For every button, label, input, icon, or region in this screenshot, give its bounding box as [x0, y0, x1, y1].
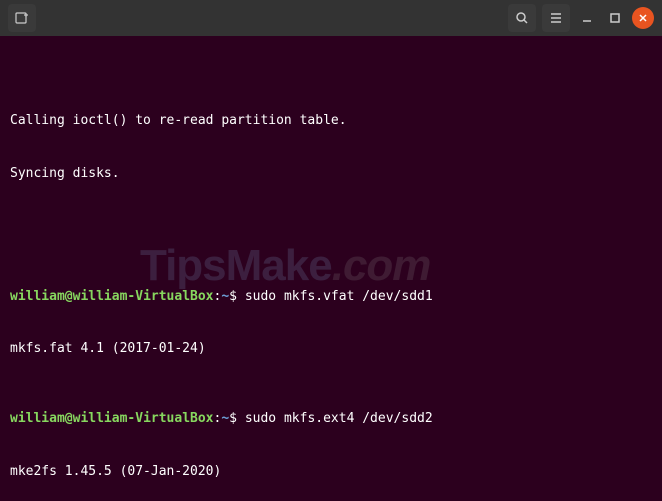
maximize-button[interactable]	[604, 7, 626, 29]
output-line: mke2fs 1.45.5 (07-Jan-2020)	[10, 463, 652, 481]
watermark-main: TipsMake	[140, 241, 332, 290]
maximize-icon	[609, 12, 621, 24]
prompt-user: william	[10, 289, 65, 304]
text: Syncing disks.	[10, 166, 120, 181]
output-line: Calling ioctl() to re-read partition tab…	[10, 112, 652, 130]
prompt-path: ~	[221, 411, 229, 426]
close-button[interactable]	[632, 7, 654, 29]
prompt-line: william@william-VirtualBox:~$ sudo mkfs.…	[10, 410, 652, 428]
output-line: mkfs.fat 4.1 (2017-01-24)	[10, 340, 652, 358]
output-line: Syncing disks.	[10, 165, 652, 183]
terminal-body[interactable]: TipsMake.com Calling ioctl() to re-read …	[0, 36, 662, 501]
watermark-suffix: .com	[332, 241, 431, 290]
close-icon	[637, 12, 649, 24]
prompt-line: william@william-VirtualBox:~$ sudo mkfs.…	[10, 288, 652, 306]
search-button[interactable]	[508, 4, 536, 32]
text: Calling ioctl() to re-read partition tab…	[10, 113, 347, 128]
new-tab-icon	[14, 10, 30, 26]
prompt-at: @	[65, 289, 73, 304]
menu-button[interactable]	[542, 4, 570, 32]
blank-line	[10, 217, 652, 235]
text: mkfs.fat 4.1 (2017-01-24)	[10, 341, 206, 356]
titlebar	[0, 0, 662, 36]
prompt-path: ~	[221, 289, 229, 304]
text: mke2fs 1.45.5 (07-Jan-2020)	[10, 464, 221, 479]
new-tab-button[interactable]	[8, 4, 36, 32]
command: sudo mkfs.ext4 /dev/sdd2	[245, 411, 433, 426]
minimize-button[interactable]	[576, 7, 598, 29]
prompt-host: william-VirtualBox	[73, 411, 214, 426]
prompt-dollar: $	[229, 289, 245, 304]
watermark: TipsMake.com	[140, 236, 430, 295]
prompt-at: @	[65, 411, 73, 426]
terminal-window: TipsMake.com Calling ioctl() to re-read …	[0, 0, 662, 501]
command: sudo mkfs.vfat /dev/sdd1	[245, 289, 433, 304]
prompt-user: william	[10, 411, 65, 426]
titlebar-right	[508, 4, 654, 32]
minimize-icon	[581, 12, 593, 24]
titlebar-left	[8, 4, 36, 32]
hamburger-icon	[549, 11, 563, 25]
prompt-host: william-VirtualBox	[73, 289, 214, 304]
search-icon	[515, 11, 529, 25]
prompt-dollar: $	[229, 411, 245, 426]
